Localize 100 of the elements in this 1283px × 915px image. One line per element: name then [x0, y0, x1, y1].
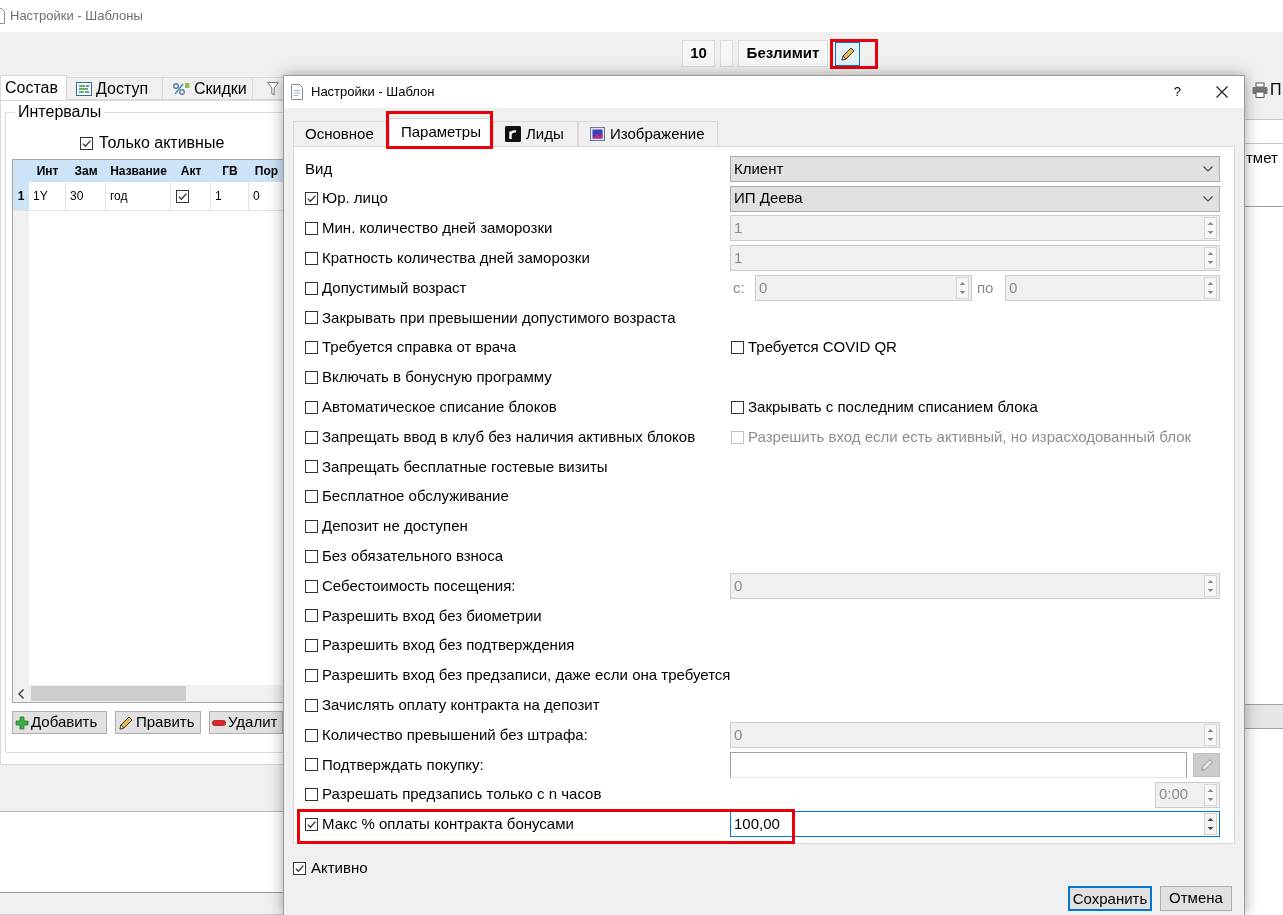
checkbox-label: Закрывать с последним списанием блока	[748, 397, 1038, 417]
tab[interactable]: Изображение	[578, 121, 718, 146]
checkbox-label: Разрешить вход без подтверждения	[322, 635, 575, 656]
text-field[interactable]	[730, 751, 1187, 778]
dropdown[interactable]: Клиент	[730, 155, 1220, 182]
checkbox[interactable]	[305, 639, 318, 653]
checkbox-label: Подтверждать покупку:	[322, 754, 484, 775]
table-cell: год	[106, 182, 171, 210]
checkbox-label: Закрывать при превышении допустимого возраста	[322, 307, 676, 328]
column-header[interactable]: Зам	[66, 160, 106, 182]
checkbox[interactable]	[80, 136, 93, 150]
table-cell: 30	[66, 182, 106, 210]
checkbox[interactable]	[305, 758, 318, 772]
funnel-icon	[267, 81, 279, 96]
checkbox-label: Разрешить вход без биометрии	[322, 605, 542, 626]
checkbox-label: Допустимый возраст	[322, 277, 467, 298]
column-header[interactable]: Пор	[249, 160, 283, 182]
checkbox[interactable]	[305, 698, 318, 712]
checkbox[interactable]	[305, 370, 318, 384]
spin-arrows-icon	[1204, 575, 1217, 598]
image-icon	[590, 127, 605, 141]
checkbox-label: Запрещать ввод в клуб без наличия активных блоков	[322, 426, 696, 447]
checkbox[interactable]	[305, 192, 318, 206]
checkbox[interactable]	[305, 222, 318, 235]
column-header[interactable]: Инт	[29, 160, 66, 182]
scroll-thumb[interactable]	[31, 686, 186, 701]
checkbox[interactable]	[305, 460, 318, 474]
checkbox[interactable]	[731, 400, 744, 414]
scrollbar[interactable]	[13, 685, 283, 702]
column-header[interactable]: Акт	[171, 160, 211, 182]
spin-arrows-icon	[1204, 217, 1217, 240]
spin-arrows-icon	[1204, 277, 1217, 300]
toolbar-button[interactable]: Удалит	[209, 711, 283, 734]
toolbar-button[interactable]: Добавить	[12, 711, 107, 734]
tab[interactable]: Параметры	[389, 118, 493, 146]
tab[interactable]	[253, 77, 283, 100]
checkbox[interactable]	[176, 189, 189, 203]
checkbox[interactable]	[305, 519, 318, 533]
tab[interactable]: Основное	[293, 121, 389, 146]
checkbox-label: Количество превышений без штрафа:	[322, 724, 588, 745]
checkbox[interactable]	[305, 788, 318, 802]
checkbox-label: Без обязательного взноса	[322, 546, 504, 566]
checkbox-label: Запрещать бесплатные гостевые визиты	[322, 456, 608, 477]
tab[interactable]: Состав	[0, 75, 67, 100]
checkbox-label: Разрешать предзапись только с n часов	[322, 784, 602, 805]
checkbox[interactable]	[305, 490, 318, 504]
dialog-button[interactable]: Сохранить	[1068, 886, 1152, 911]
checkbox-label: Требуется справка от врача	[322, 337, 516, 358]
spin-arrows-icon	[1204, 813, 1217, 836]
empty-field	[720, 40, 733, 67]
tab[interactable]: Скидки	[163, 77, 253, 100]
column-header[interactable]: Название	[106, 160, 171, 182]
edit-button[interactable]	[835, 41, 860, 66]
row-header: 1	[13, 182, 29, 210]
tariff-field: Безлимит	[738, 40, 828, 67]
minus-icon	[212, 719, 226, 726]
spin-arrows-icon	[1204, 247, 1217, 270]
document-icon	[291, 84, 303, 100]
column-header[interactable]: ГВ	[211, 160, 249, 182]
count-field: 10	[682, 40, 715, 67]
checkbox[interactable]	[305, 549, 318, 563]
checkbox[interactable]	[305, 430, 318, 444]
column-header[interactable]: тмет	[1245, 146, 1278, 170]
close-button[interactable]	[1216, 86, 1228, 98]
checkbox[interactable]	[305, 668, 318, 682]
checkbox[interactable]	[305, 341, 318, 355]
toolbar-button[interactable]: Править	[115, 711, 201, 734]
printer-icon	[1252, 82, 1268, 98]
plus-icon	[15, 715, 29, 730]
checkbox[interactable]	[305, 311, 318, 325]
chevron-down-icon	[1203, 195, 1213, 202]
checkbox-label: Кратность количества дней заморозки	[322, 248, 590, 269]
tab[interactable]: Лиды	[493, 121, 578, 146]
field-label: по	[976, 277, 995, 298]
checkbox[interactable]	[305, 579, 318, 593]
chevron-down-icon	[1203, 165, 1213, 172]
checkbox-label: Только активные	[99, 133, 225, 153]
percent-icon	[172, 81, 190, 96]
window-title: Настройки - Шаблоны	[10, 7, 143, 26]
checkbox-label: Бесплатное обслуживание	[322, 486, 509, 507]
checkbox[interactable]	[305, 817, 318, 831]
checkbox[interactable]	[305, 728, 318, 742]
checkbox[interactable]	[305, 400, 318, 414]
checkbox-label: Макс % оплаты контракта бонусами	[322, 814, 574, 835]
checkbox[interactable]	[293, 861, 306, 875]
tile-icon	[505, 126, 521, 142]
checkbox[interactable]	[305, 281, 318, 295]
chevron-left-icon	[18, 688, 24, 699]
checkbox[interactable]	[731, 341, 744, 355]
dropdown[interactable]: ИП Деева	[730, 185, 1220, 212]
dialog-button[interactable]: Отмена	[1160, 886, 1232, 911]
help-button[interactable]: ?	[1173, 82, 1181, 102]
tab[interactable]: Доступ	[67, 77, 163, 100]
checkbox[interactable]	[305, 609, 318, 623]
checkbox-label: Разрешить вход если есть активный, но израсходованный блок	[748, 426, 1192, 447]
checkbox-label: Автоматическое списание блоков	[322, 397, 557, 417]
checkbox[interactable]	[305, 251, 318, 265]
table-cell: 1	[211, 182, 249, 210]
spin-field[interactable]: 100,00	[730, 811, 1220, 838]
checkbox-label: Зачислять оплату контракта на депозит	[322, 695, 600, 715]
